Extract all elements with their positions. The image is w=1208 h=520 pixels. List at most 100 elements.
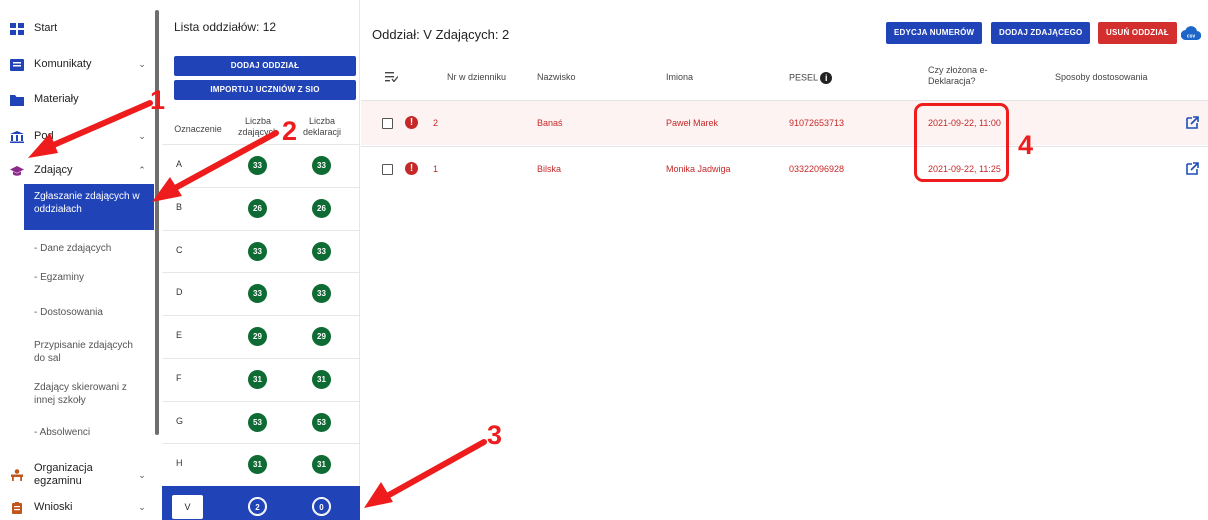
warning-icon: ! [405, 162, 418, 175]
subnav-dostosowania[interactable]: - Dostosowania [0, 306, 155, 319]
subnav-skierowani-z-innej-szkoly[interactable]: Zdający skierowani z innej szkoły [0, 381, 155, 407]
edit-numbers-button[interactable]: EDYCJA NUMERÓW [886, 22, 983, 44]
col-header-pesel[interactable]: PESEL i [789, 72, 833, 84]
subnav-egzaminy[interactable]: - Egzaminy [0, 271, 155, 284]
subnav-zglaszanie-zdajacych[interactable]: Zgłaszanie zdających w oddziałach [24, 184, 154, 230]
import-students-button[interactable]: IMPORTUJ UCZNIÓW Z SIO [174, 80, 356, 100]
class-code: F [176, 373, 182, 383]
nav-item-start[interactable]: Start [0, 22, 155, 35]
annotation-4: 4 [1018, 130, 1034, 160]
add-student-button[interactable]: DODAJ ZDAJĄCEGO [991, 22, 1091, 44]
subnav-absolwenci[interactable]: - Absolwenci [0, 426, 155, 439]
class-row[interactable]: V 2 0 [162, 486, 360, 520]
class-list-title: Lista oddziałów: 12 [174, 20, 277, 34]
table-row[interactable]: ! 1 Bilska Monika Jadwiga 03322096928 2021-09… [361, 146, 1208, 191]
class-row[interactable]: B 26 26 [162, 187, 360, 230]
add-class-button[interactable]: DODAJ ODDZIAŁ [174, 56, 356, 76]
class-row[interactable]: F 31 31 [162, 358, 360, 401]
open-external-icon[interactable] [1184, 161, 1200, 177]
table-header: Nr w dzienniku Nazwisko Imiona PESEL i C… [361, 55, 1208, 100]
annotation-box-4 [914, 103, 1009, 182]
info-icon[interactable]: i [820, 72, 833, 84]
declarations-count-badge: 31 [312, 370, 331, 389]
class-list-panel: Lista oddziałów: 12 DODAJ ODDZIAŁ IMPORT… [162, 0, 360, 520]
subnav-przypisanie-do-sal[interactable]: Przypisanie zdających do sal [0, 339, 155, 365]
declarations-count-badge: 33 [312, 242, 331, 261]
annotation-2: 2 [282, 116, 298, 146]
declarations-count-badge: 26 [312, 199, 331, 218]
students-count-badge: 33 [248, 284, 267, 303]
students-count-badge: 26 [248, 199, 267, 218]
nav-label: Komunikaty [34, 58, 92, 70]
class-code: B [176, 202, 183, 212]
subnav-label: Dane zdających [40, 243, 112, 254]
subnav-dane-zdajacych[interactable]: - Dane zdających [0, 242, 155, 255]
grid-icon [10, 22, 24, 35]
warning-icon: ! [405, 116, 418, 129]
class-row[interactable]: G 53 53 [162, 401, 360, 444]
chevron-up-icon[interactable]: ⌃ [137, 165, 147, 176]
students-count-badge: 2 [248, 497, 267, 516]
nav-item-komunikaty[interactable]: Komunikaty ⌄ [0, 58, 155, 71]
students-count-badge: 31 [248, 455, 267, 474]
students-count-badge: 31 [248, 370, 267, 389]
col-header-declarations: Liczba deklaracji [302, 116, 342, 137]
declarations-count-badge: 33 [312, 284, 331, 303]
folder-icon [10, 94, 24, 106]
class-row[interactable]: H 31 31 [162, 443, 360, 486]
class-code: E [176, 330, 183, 340]
col-header-adjustments[interactable]: Sposoby dostosowania [1055, 72, 1148, 83]
declarations-count-badge: 29 [312, 327, 331, 346]
row-checkbox[interactable] [382, 118, 393, 129]
nav-item-zdajacy[interactable]: Zdający ⌃ [0, 164, 155, 177]
csv-cloud-icon[interactable]: csv [1181, 24, 1201, 42]
graduation-cap-icon [10, 165, 24, 176]
row-checkbox[interactable] [382, 164, 393, 175]
nav-label: Organizacja egzaminu [34, 462, 93, 487]
delete-class-button[interactable]: USUŃ ODDZIAŁ [1098, 22, 1177, 44]
institution-icon [10, 130, 24, 143]
nav-item-materialy[interactable]: Materiały [0, 93, 155, 106]
nav-label: Pod [34, 130, 54, 142]
subnav-label: Zdający skierowani z innej szkoły [34, 382, 127, 406]
page-title: Oddział: V Zdających: 2 [372, 27, 510, 42]
subnav-label: Zgłaszanie zdających w oddziałach [34, 191, 140, 215]
cell-surname: Banaś [537, 118, 563, 128]
students-count-badge: 53 [248, 413, 267, 432]
chevron-down-icon[interactable]: ⌄ [137, 470, 147, 481]
class-row[interactable]: A 33 33 [162, 144, 360, 187]
sidebar-nav: Start Komunikaty ⌄ Materiały Pod ⌄ Zdają… [0, 0, 162, 520]
class-code: A [176, 159, 183, 169]
annotation-3: 3 [487, 420, 503, 450]
class-row[interactable]: C 33 33 [162, 230, 360, 273]
declarations-count-badge: 0 [312, 497, 331, 516]
subnav-label: Absolwenci [39, 427, 91, 438]
pesel-label: PESEL [789, 72, 818, 83]
nav-item-podmioty[interactable]: Pod ⌄ [0, 130, 155, 143]
cell-number: 2 [433, 118, 439, 128]
cell-names: Monika Jadwiga [666, 164, 731, 174]
table-row[interactable]: ! 2 Banaś Paweł Marek 91072653713 2021-09-22,… [361, 100, 1208, 145]
class-row[interactable]: E 29 29 [162, 315, 360, 358]
cell-pesel: 91072653713 [789, 118, 845, 128]
open-external-icon[interactable] [1184, 115, 1200, 131]
col-header-number[interactable]: Nr w dzienniku [447, 72, 506, 83]
column-menu-icon[interactable] [385, 72, 398, 82]
chevron-down-icon[interactable]: ⌄ [137, 502, 147, 513]
class-row[interactable]: D 33 33 [162, 272, 360, 315]
col-header-students: Liczba zdających [237, 116, 279, 137]
cell-pesel: 03322096928 [789, 164, 845, 174]
class-code: C [176, 245, 183, 255]
nav-label: Wnioski [34, 501, 73, 513]
sidebar-scrollbar[interactable] [155, 10, 159, 435]
chevron-down-icon[interactable]: ⌄ [137, 59, 147, 70]
chevron-down-icon[interactable]: ⌄ [137, 131, 147, 142]
nav-item-wnioski[interactable]: Wnioski ⌄ [0, 501, 155, 514]
nav-item-organizacja-egzaminu[interactable]: Organizacja egzaminu ⌄ [0, 462, 155, 488]
col-header-declaration[interactable]: Czy złożona e-Deklaracja? [928, 65, 1018, 87]
col-header-surname[interactable]: Nazwisko [537, 72, 576, 83]
col-header-names[interactable]: Imiona [666, 72, 693, 83]
annotation-1: 1 [150, 85, 166, 115]
students-count-badge: 33 [248, 242, 267, 261]
nav-label: Start [34, 22, 58, 34]
